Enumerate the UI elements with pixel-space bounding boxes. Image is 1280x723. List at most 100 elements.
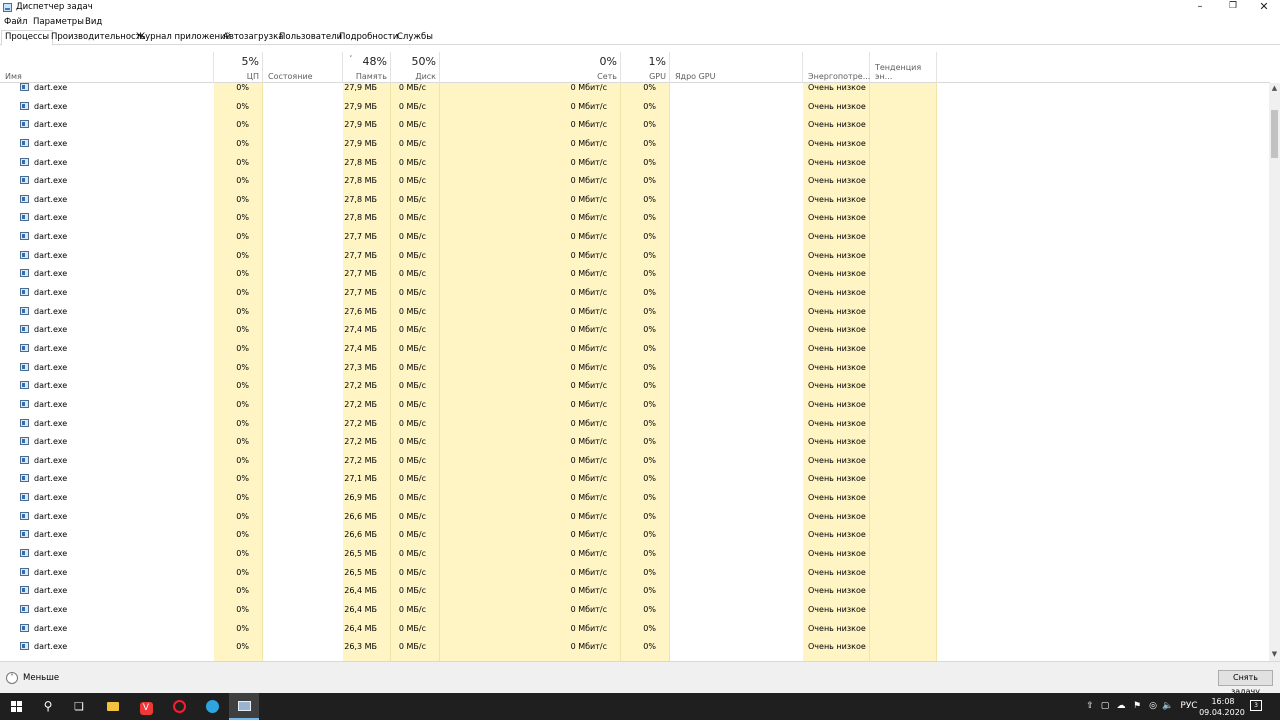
- table-row[interactable]: dart.exe 0% 26,4 МБ 0 МБ/с 0 Мбит/с 0% Очень н…: [0, 621, 1270, 640]
- table-row[interactable]: dart.exe 0% 26,5 МБ 0 МБ/с 0 Мбит/с 0% Очень н…: [0, 546, 1270, 565]
- cpu-value: 0%: [236, 157, 249, 167]
- table-row[interactable]: dart.exe 0% 27,8 МБ 0 МБ/с 0 Мбит/с 0% Очень н…: [0, 173, 1270, 192]
- scrollbar[interactable]: [1269, 83, 1280, 661]
- table-row[interactable]: dart.exe 0% 27,9 МБ 0 МБ/с 0 Мбит/с 0% Очень н…: [0, 80, 1270, 99]
- search-icon[interactable]: ⚲: [33, 693, 63, 720]
- table-row[interactable]: dart.exe 0% 27,8 МБ 0 МБ/с 0 Мбит/с 0% Очень н…: [0, 155, 1270, 174]
- people-icon[interactable]: ⇧: [1084, 693, 1096, 720]
- table-row[interactable]: dart.exe 0% 27,4 МБ 0 МБ/с 0 Мбит/с 0% Очень н…: [0, 341, 1270, 360]
- disk-value: 0 МБ/с: [398, 101, 426, 111]
- table-row[interactable]: dart.exe 0% 27,9 МБ 0 МБ/с 0 Мбит/с 0% Очень н…: [0, 117, 1270, 136]
- table-row[interactable]: dart.exe 0% 27,2 МБ 0 МБ/с 0 Мбит/с 0% Очень н…: [0, 434, 1270, 453]
- menu-options[interactable]: Параметры: [33, 17, 84, 27]
- memory-value: 27,9 МБ: [344, 101, 377, 111]
- column-name[interactable]: Имя: [0, 52, 214, 83]
- network-value: 0 Мбит/с: [570, 157, 607, 167]
- column-disk[interactable]: 50% Диск: [391, 52, 440, 83]
- table-row[interactable]: dart.exe 0% 27,7 МБ 0 МБ/с 0 Мбит/с 0% Очень н…: [0, 229, 1270, 248]
- table-row[interactable]: dart.exe 0% 27,8 МБ 0 МБ/с 0 Мбит/с 0% Очень н…: [0, 192, 1270, 211]
- gpu-value: 0%: [643, 194, 656, 204]
- table-row[interactable]: dart.exe 0% 27,7 МБ 0 МБ/с 0 Мбит/с 0% Очень н…: [0, 266, 1270, 285]
- tab-details[interactable]: Подробности: [336, 31, 401, 45]
- column-cpu[interactable]: 5% ЦП: [214, 52, 263, 83]
- tab-processes[interactable]: Процессы: [1, 30, 54, 46]
- table-row[interactable]: dart.exe 0% 27,2 МБ 0 МБ/с 0 Мбит/с 0% Очень н…: [0, 416, 1270, 435]
- scroll-down-icon[interactable]: ▼: [1270, 650, 1279, 659]
- column-power-trend[interactable]: Тенденция эн...: [870, 52, 937, 83]
- gpu-value: 0%: [643, 511, 656, 521]
- table-row[interactable]: dart.exe 0% 26,5 МБ 0 МБ/с 0 Мбит/с 0% Очень н…: [0, 565, 1270, 584]
- column-power[interactable]: Энергопотре...: [803, 52, 870, 83]
- column-gpu-engine[interactable]: Ядро GPU: [670, 52, 803, 83]
- network-icon[interactable]: ◎: [1146, 693, 1160, 720]
- clock-date[interactable]: 09.04.2020: [1199, 708, 1245, 717]
- column-status[interactable]: Состояние: [263, 52, 343, 83]
- column-gpu[interactable]: 1% GPU: [621, 52, 670, 83]
- table-row[interactable]: dart.exe 0% 27,9 МБ 0 МБ/с 0 Мбит/с 0% Очень н…: [0, 99, 1270, 118]
- memory-value: 27,6 МБ: [344, 306, 377, 316]
- cpu-value: 0%: [236, 232, 249, 242]
- disk-value: 0 МБ/с: [398, 493, 426, 503]
- start-icon[interactable]: [0, 693, 32, 720]
- vivaldi-icon[interactable]: V: [131, 693, 161, 720]
- table-row[interactable]: dart.exe 0% 27,2 МБ 0 МБ/с 0 Мбит/с 0% Очень н…: [0, 397, 1270, 416]
- table-row[interactable]: dart.exe 0% 26,4 МБ 0 МБ/с 0 Мбит/с 0% Очень н…: [0, 583, 1270, 602]
- clock-time[interactable]: 16:08: [1203, 697, 1243, 706]
- notifications-icon[interactable]: 3: [1250, 700, 1262, 711]
- end-task-button[interactable]: Снять задачу: [1218, 670, 1273, 696]
- table-row[interactable]: dart.exe 0% 27,4 МБ 0 МБ/с 0 Мбит/с 0% Очень н…: [0, 322, 1270, 341]
- language-indicator[interactable]: РУС: [1178, 693, 1200, 720]
- tab-users[interactable]: Пользователи: [276, 31, 345, 45]
- scroll-up-icon[interactable]: ▲: [1270, 84, 1279, 93]
- process-icon: [20, 120, 29, 129]
- table-row[interactable]: dart.exe 0% 27,7 МБ 0 МБ/с 0 Мбит/с 0% Очень н…: [0, 248, 1270, 267]
- power-value: Очень низкое: [808, 418, 866, 428]
- disk-value: 0 МБ/с: [398, 232, 426, 242]
- tab-app-history[interactable]: Журнал приложений: [133, 31, 234, 45]
- table-row[interactable]: dart.exe 0% 27,9 МБ 0 МБ/с 0 Мбит/с 0% Очень н…: [0, 136, 1270, 155]
- table-row[interactable]: dart.exe 0% 27,2 МБ 0 МБ/с 0 Мбит/с 0% Очень н…: [0, 378, 1270, 397]
- scrollbar-thumb[interactable]: [1271, 110, 1278, 158]
- table-row[interactable]: dart.exe 0% 27,1 МБ 0 МБ/с 0 Мбит/с 0% Очень н…: [0, 471, 1270, 490]
- task-manager-icon[interactable]: [229, 693, 259, 720]
- network-value: 0 Мбит/с: [570, 306, 607, 316]
- cloud-icon[interactable]: ☁: [1114, 693, 1128, 720]
- tablet-icon[interactable]: ▢: [1099, 693, 1111, 720]
- table-row[interactable]: dart.exe 0% 27,3 МБ 0 МБ/с 0 Мбит/с 0% Очень н…: [0, 360, 1270, 379]
- opera-icon[interactable]: [164, 693, 194, 720]
- cpu-value: 0%: [236, 83, 249, 92]
- menu-file[interactable]: Файл: [4, 17, 27, 27]
- table-row[interactable]: dart.exe 0% 26,6 МБ 0 МБ/с 0 Мбит/с 0% Очень н…: [0, 509, 1270, 528]
- telegram-icon[interactable]: [197, 693, 227, 720]
- table-row[interactable]: dart.exe 0% 26,9 МБ 0 МБ/с 0 Мбит/с 0% Очень н…: [0, 490, 1270, 509]
- network-value: 0 Мбит/с: [570, 138, 607, 148]
- chevron-up-icon[interactable]: ˄: [6, 672, 18, 684]
- column-network[interactable]: 0% Сеть: [440, 52, 621, 83]
- menu-view[interactable]: Вид: [85, 17, 102, 27]
- table-row[interactable]: dart.exe 0% 27,2 МБ 0 МБ/с 0 Мбит/с 0% Очень н…: [0, 453, 1270, 472]
- close-button[interactable]: ✕: [1244, 0, 1280, 15]
- fewer-details-link[interactable]: Меньше: [23, 673, 59, 683]
- table-row[interactable]: dart.exe 0% 26,6 МБ 0 МБ/с 0 Мбит/с 0% Очень н…: [0, 527, 1270, 546]
- memory-value: 27,8 МБ: [344, 213, 377, 223]
- power-value: Очень низкое: [808, 399, 866, 409]
- file-explorer-icon[interactable]: [98, 693, 128, 720]
- cpu-value: 0%: [236, 493, 249, 503]
- table-row[interactable]: dart.exe 0% 27,8 МБ 0 МБ/с 0 Мбит/с 0% Очень н…: [0, 210, 1270, 229]
- disk-value: 0 МБ/с: [398, 176, 426, 186]
- network-value: 0 Мбит/с: [570, 362, 607, 372]
- cpu-value: 0%: [236, 642, 249, 652]
- network-value: 0 Мбит/с: [570, 493, 607, 503]
- task-view-icon[interactable]: ❏: [64, 693, 94, 720]
- process-icon: [20, 493, 29, 502]
- volume-icon[interactable]: 🔈: [1161, 693, 1175, 720]
- table-row[interactable]: dart.exe 0% 26,4 МБ 0 МБ/с 0 Мбит/с 0% Очень н…: [0, 602, 1270, 621]
- table-row[interactable]: dart.exe 0% 27,6 МБ 0 МБ/с 0 Мбит/с 0% Очень н…: [0, 304, 1270, 323]
- table-row[interactable]: dart.exe 0% 26,3 МБ 0 МБ/с 0 Мбит/с 0% Очень н…: [0, 639, 1270, 658]
- table-row[interactable]: dart.exe 0% 27,7 МБ 0 МБ/с 0 Мбит/с 0% Очень н…: [0, 285, 1270, 304]
- cpu-value: 0%: [236, 623, 249, 633]
- disk-value: 0 МБ/с: [398, 325, 426, 335]
- tab-services[interactable]: Службы: [394, 31, 436, 45]
- shield-icon[interactable]: ⚑: [1130, 693, 1144, 720]
- memory-value: 27,9 МБ: [344, 120, 377, 130]
